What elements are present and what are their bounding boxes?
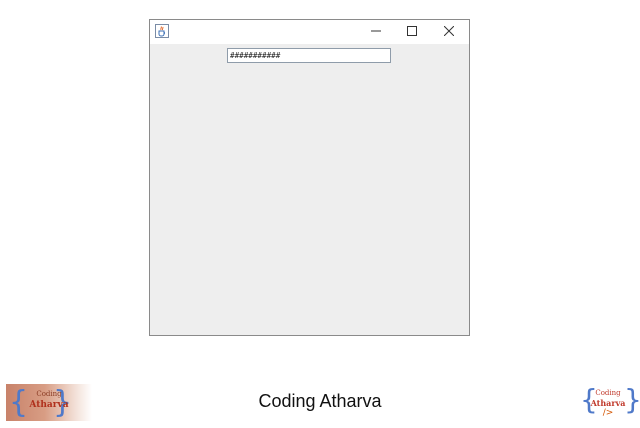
logo-line1: Coding [595,389,621,397]
page: { } Coding Atharva Coding Atharva { } Co… [0,0,640,428]
title-bar[interactable] [150,20,469,44]
java-cup-icon[interactable] [155,24,169,38]
footer-title: Coding Atharva [258,391,382,411]
content-pane [150,44,469,335]
logo-tag: /> [602,408,614,418]
close-button[interactable] [431,20,467,44]
close-icon [443,23,455,41]
maximize-button[interactable] [394,20,430,44]
minimize-button[interactable] [358,20,394,44]
logo-line2: Atharva [590,398,626,408]
maximize-icon [407,23,417,41]
coding-atharva-logo-right: { } Coding Atharva /> [580,382,640,422]
app-window [149,19,470,336]
minimize-icon [371,23,381,41]
text-field[interactable] [227,48,391,63]
